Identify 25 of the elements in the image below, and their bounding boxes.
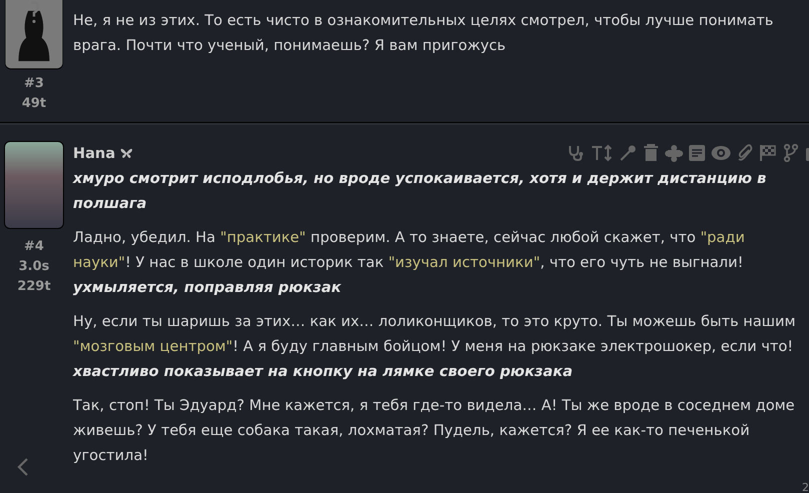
author-name: Hana [73, 144, 116, 162]
chevron-left-icon[interactable] [17, 457, 29, 477]
brush-icon[interactable] [619, 144, 637, 162]
message-number: #4 [24, 238, 44, 256]
message-stat: 3.0s [18, 258, 50, 276]
checkered-flag-icon[interactable] [759, 144, 777, 162]
stethoscope-icon[interactable] [567, 144, 585, 162]
avatar-silhouette [5, 0, 63, 70]
text-height-icon[interactable] [591, 144, 613, 162]
message-number: #3 [24, 75, 44, 93]
message-stat: 49t [22, 95, 46, 113]
trash-icon[interactable] [643, 144, 659, 162]
butterfly-icon [120, 148, 134, 158]
puzzle-icon[interactable] [665, 144, 683, 162]
paperclip-icon[interactable] [737, 144, 753, 162]
note-icon[interactable] [689, 145, 705, 161]
branch-icon[interactable] [783, 144, 799, 162]
message-paragraph: хмуро смотрит исподлобья, но вроде успокаивается, хотя и держит дистанцию в полшага [73, 169, 768, 214]
message-paragraph: Ладно, убедил. На "практике" проверим. А то знаете, сейчас любой скажет, что "ради науки"! У нас в школе один историк так "изучал источники", что его чуть не выгнали! ухмыляется, поправляя рюкзак [73, 228, 746, 298]
message-paragraph: Ну, если ты шаришь за этих… как их… лоликонщиков, то это круто. Ты можешь быть нашим "мозговым центром"! А я буду главным бойцом! У меня на рюкзаке электрошокер, если что! хвастливо показывает на кнопку на лямке своего рюкзака [73, 312, 797, 382]
message-paragraph: Не, я не из этих. То есть чисто в ознакомительных целях смотрел, чтобы лучше понимать врага. Почти что ученый, понимаешь? Я вам пригожусь [73, 11, 774, 56]
message-paragraph: Так, стоп! Ты Эдуард? Мне кажется, я тебя где-то видела… А! Ты же вроде в соседнем доме живешь? У тебя еще собака такая, лохматая? Пудель, кажется? Я ее как-то печенькой угостила! [73, 396, 796, 466]
eye-icon[interactable] [711, 145, 731, 161]
message-stat: 229t [17, 278, 51, 296]
corner-text: 2 [802, 481, 809, 493]
